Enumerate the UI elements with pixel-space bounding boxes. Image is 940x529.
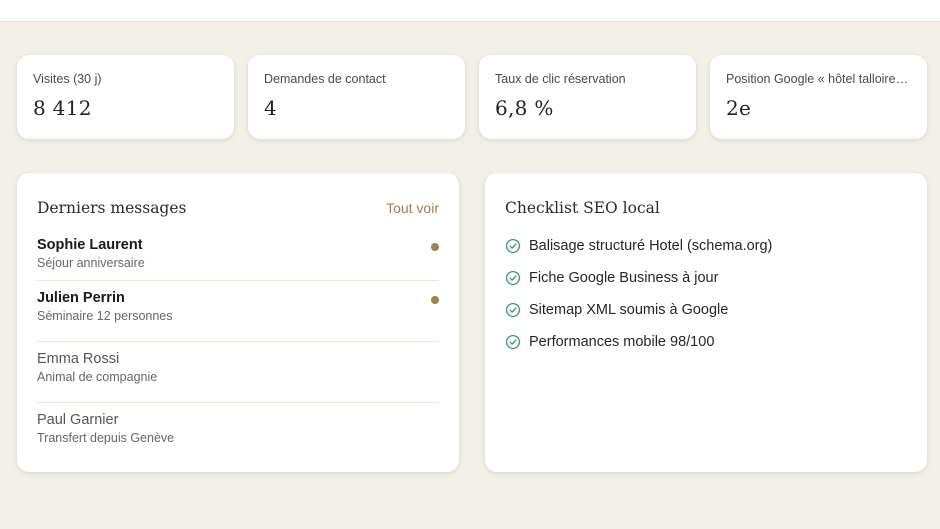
stat-card-visits: Visites (30 j) 8 412 xyxy=(17,55,234,139)
stat-value: 2e xyxy=(726,96,752,120)
stat-card-google-position: Position Google « hôtel talloires » 2e xyxy=(710,55,927,139)
message-item[interactable]: Paul Garnier Transfert depuis Genève xyxy=(37,403,439,464)
message-sender: Emma Rossi xyxy=(37,351,120,367)
see-all-link[interactable]: Tout voir xyxy=(386,200,439,216)
panel-title: Checklist SEO local xyxy=(505,199,660,217)
message-subject: Séjour anniversaire xyxy=(37,256,145,270)
stat-card-contact-requests: Demandes de contact 4 xyxy=(248,55,465,139)
message-item[interactable]: Julien Perrin Séminaire 12 personnes xyxy=(37,281,439,342)
message-item[interactable]: Sophie Laurent Séjour anniversaire xyxy=(37,229,439,281)
stat-label: Demandes de contact xyxy=(264,72,386,86)
check-circle-icon xyxy=(505,238,521,254)
checklist-item-label: Balisage structuré Hotel (schema.org) xyxy=(529,238,773,254)
message-sender: Julien Perrin xyxy=(37,290,125,306)
checklist-item: Fiche Google Business à jour xyxy=(505,262,907,294)
unread-dot-icon xyxy=(431,243,439,251)
checklist: Balisage structuré Hotel (schema.org) Fi… xyxy=(505,230,907,358)
stat-card-booking-ctr: Taux de clic réservation 6,8 % xyxy=(479,55,696,139)
stat-label: Visites (30 j) xyxy=(33,72,102,86)
seo-checklist-panel: Checklist SEO local Balisage structuré H… xyxy=(485,173,927,472)
message-sender: Paul Garnier xyxy=(37,412,119,428)
unread-dot-icon xyxy=(431,296,439,304)
panel-title: Derniers messages xyxy=(37,199,187,217)
checklist-item: Sitemap XML soumis à Google xyxy=(505,294,907,326)
top-bar xyxy=(0,0,940,22)
panel-header: Checklist SEO local xyxy=(505,199,907,217)
message-subject: Séminaire 12 personnes xyxy=(37,309,173,323)
recent-messages-panel: Derniers messages Tout voir Sophie Laure… xyxy=(17,173,459,472)
checklist-item-label: Sitemap XML soumis à Google xyxy=(529,302,729,318)
stat-value: 6,8 % xyxy=(495,96,554,120)
message-item[interactable]: Emma Rossi Animal de compagnie xyxy=(37,342,439,403)
stat-value: 8 412 xyxy=(33,96,92,120)
message-subject: Animal de compagnie xyxy=(37,370,158,384)
checklist-item-label: Fiche Google Business à jour xyxy=(529,270,719,286)
checklist-item: Balisage structuré Hotel (schema.org) xyxy=(505,230,907,262)
panel-header: Derniers messages Tout voir xyxy=(37,199,439,217)
message-subject: Transfert depuis Genève xyxy=(37,431,175,445)
stat-label: Taux de clic réservation xyxy=(495,72,626,86)
stat-value: 4 xyxy=(264,96,278,120)
checklist-item-label: Performances mobile 98/100 xyxy=(529,334,715,350)
stat-label: Position Google « hôtel talloires » xyxy=(726,72,911,86)
message-sender: Sophie Laurent xyxy=(37,237,143,253)
check-circle-icon xyxy=(505,334,521,350)
message-list: Sophie Laurent Séjour anniversaire Julie… xyxy=(37,229,439,464)
check-circle-icon xyxy=(505,302,521,318)
checklist-item: Performances mobile 98/100 xyxy=(505,326,907,358)
check-circle-icon xyxy=(505,270,521,286)
